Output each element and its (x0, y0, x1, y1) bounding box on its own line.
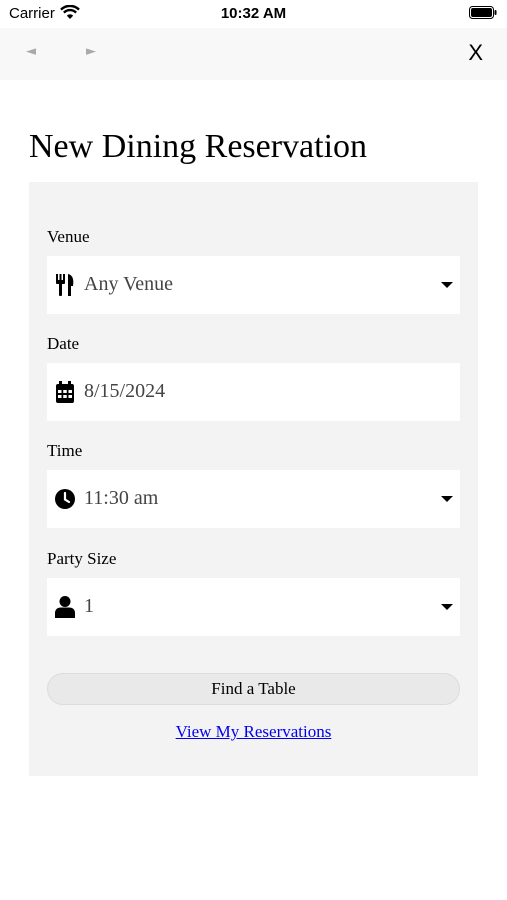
venue-value: Any Venue (84, 273, 174, 295)
reservation-form: Venue Any Venue Date 8/15/2024 Time 11:3… (29, 182, 478, 776)
status-bar: Carrier 10:32 AM (0, 0, 507, 28)
page-title: New Dining Reservation (29, 128, 368, 165)
status-time: 10:32 AM (220, 5, 287, 22)
venue-label: Venue (47, 227, 90, 246)
venue-select[interactable]: Any Venue (47, 256, 460, 314)
party-size-value: 1 (84, 595, 94, 617)
clock-icon (55, 489, 75, 509)
calendar-icon (56, 381, 74, 403)
fork-knife-icon (56, 274, 74, 296)
forward-button[interactable]: ► (86, 44, 96, 59)
view-reservations-link[interactable]: View My Reservations (29, 722, 478, 742)
back-button[interactable]: ◄ (26, 44, 36, 59)
person-icon (55, 596, 75, 618)
date-input[interactable]: 8/15/2024 (47, 363, 460, 421)
chevron-down-icon (441, 282, 453, 288)
time-label: Time (47, 441, 83, 460)
chevron-down-icon (441, 604, 453, 610)
time-value: 11:30 am (84, 487, 159, 509)
date-label: Date (47, 334, 80, 353)
party-size-select[interactable]: 1 (47, 578, 460, 636)
party-size-label: Party Size (47, 549, 117, 568)
battery-icon (469, 6, 497, 19)
time-select[interactable]: 11:30 am (47, 470, 460, 528)
close-button[interactable]: X (468, 40, 483, 66)
chevron-down-icon (441, 496, 453, 502)
browser-nav-bar: ◄ ► X (0, 28, 507, 80)
find-table-button[interactable]: Find a Table (47, 673, 460, 705)
date-value: 8/15/2024 (84, 380, 166, 402)
